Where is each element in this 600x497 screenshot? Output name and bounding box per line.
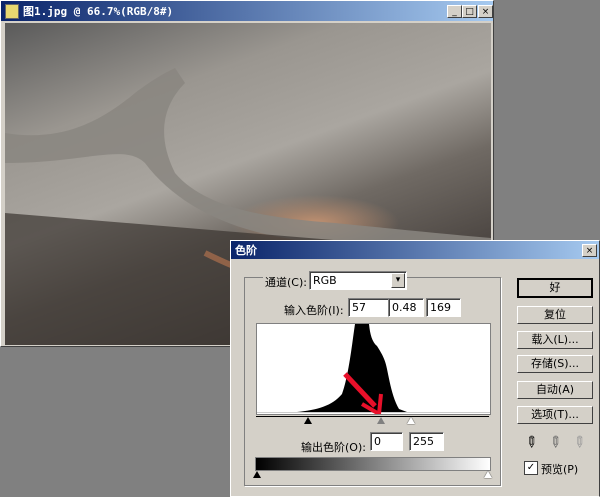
output-white-field[interactable]: 255 xyxy=(409,432,444,451)
white-eyedropper-icon[interactable]: ✎ xyxy=(568,431,590,453)
channel-value: RGB xyxy=(313,274,337,287)
maximize-button[interactable]: □ xyxy=(462,5,477,18)
auto-button[interactable]: 自动(A) xyxy=(517,381,593,399)
channel-label: 通道(C): xyxy=(263,274,309,290)
document-titlebar[interactable]: 图1.jpg @ 66.7%(RGB/8#) xyxy=(1,1,493,21)
levels-close-button[interactable]: × xyxy=(582,244,597,257)
ok-button[interactable]: 好 xyxy=(517,278,593,298)
histogram-graph xyxy=(257,324,490,418)
close-button[interactable]: × xyxy=(478,5,493,18)
levels-dialog: 色阶 × 通道(C): RGB ▾ 输入色阶(I): 57 0.48 169 输… xyxy=(230,240,600,497)
gray-eyedropper-icon[interactable]: ✎ xyxy=(544,431,566,453)
output-gradient xyxy=(255,457,491,471)
output-black-slider[interactable] xyxy=(253,471,261,478)
preview-checkbox[interactable]: ✓ xyxy=(524,461,538,475)
output-white-slider[interactable] xyxy=(484,471,492,478)
document-title: 图1.jpg @ 66.7%(RGB/8#) xyxy=(23,5,174,18)
black-eyedropper-icon[interactable]: ✎ xyxy=(520,431,542,453)
input-black-slider[interactable] xyxy=(304,417,312,424)
input-gamma-field[interactable]: 0.48 xyxy=(388,298,424,317)
preview-label: 预览(P) xyxy=(541,463,579,476)
options-button[interactable]: 选项(T)... xyxy=(517,406,593,424)
input-slider-track xyxy=(256,416,489,417)
input-white-slider[interactable] xyxy=(407,417,415,424)
input-levels-label: 输入色阶(I): xyxy=(284,304,344,317)
input-white-field[interactable]: 169 xyxy=(426,298,461,317)
load-button[interactable]: 载入(L)... xyxy=(517,331,593,349)
chevron-down-icon[interactable]: ▾ xyxy=(391,273,405,288)
reset-button[interactable]: 复位 xyxy=(517,306,593,324)
histogram xyxy=(256,323,491,418)
input-gamma-slider[interactable] xyxy=(377,417,385,424)
save-button[interactable]: 存储(S)... xyxy=(517,355,593,373)
levels-title: 色阶 xyxy=(235,244,257,257)
channel-select[interactable]: RGB ▾ xyxy=(309,271,407,290)
levels-titlebar[interactable]: 色阶 xyxy=(231,241,599,259)
input-black-field[interactable]: 57 xyxy=(348,298,389,317)
document-icon xyxy=(5,3,19,19)
minimize-button[interactable]: _ xyxy=(447,5,462,18)
output-black-field[interactable]: 0 xyxy=(370,432,403,451)
output-levels-label: 输出色阶(O): xyxy=(301,441,366,454)
